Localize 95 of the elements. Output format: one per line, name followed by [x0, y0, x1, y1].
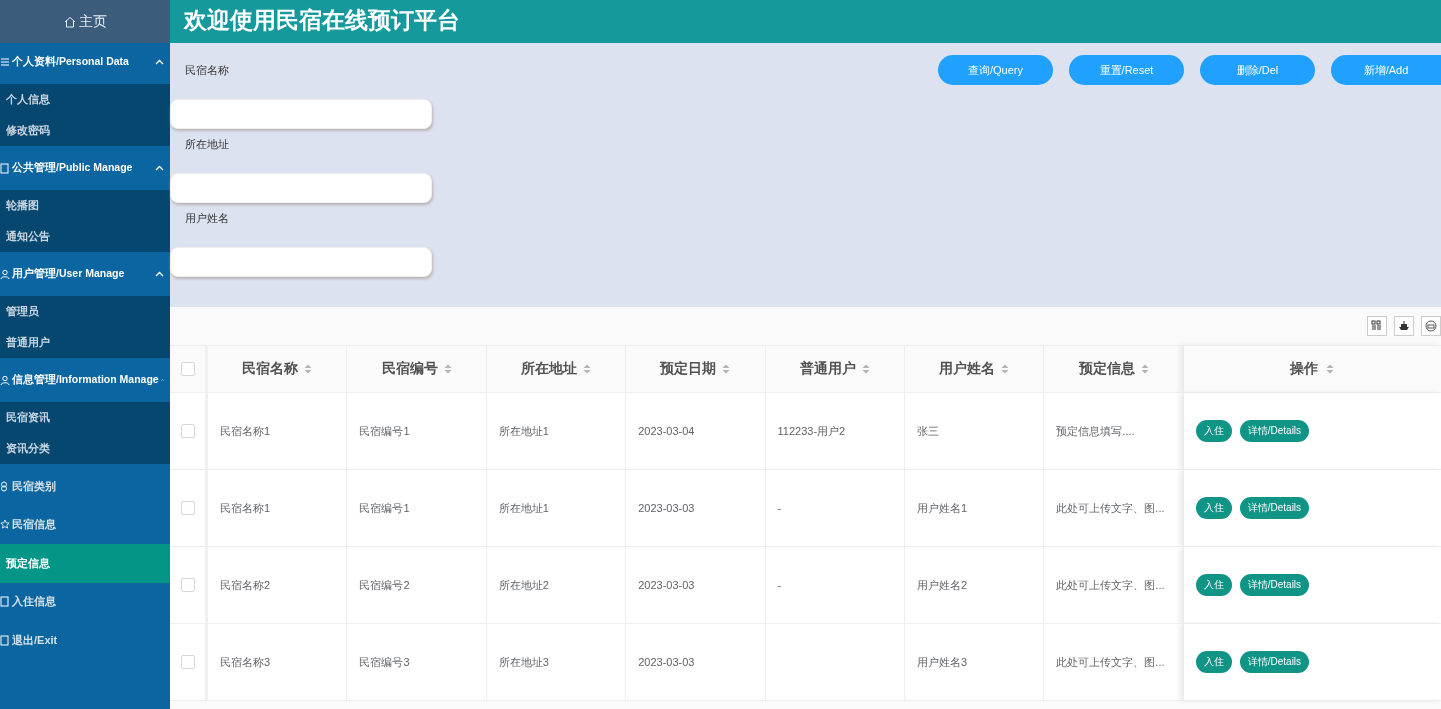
- menu-item[interactable]: 退出/Exit: [0, 621, 170, 660]
- chevron-icon: [155, 165, 164, 171]
- print-icon: [1425, 320, 1437, 332]
- table-cell: -: [777, 502, 782, 514]
- table-cell: 民宿名称2: [220, 577, 271, 593]
- columns-button[interactable]: [1367, 316, 1387, 336]
- table-cell: 所在地址1: [498, 423, 549, 439]
- ship-icon: [1398, 320, 1410, 332]
- table-cell: 民宿编号2: [359, 577, 410, 593]
- sort-icon: [443, 364, 452, 374]
- row-action-button[interactable]: 入住: [1195, 420, 1232, 442]
- input-field[interactable]: [170, 247, 432, 277]
- field-label: 民宿名称: [184, 63, 230, 78]
- chevron-icon: [155, 59, 164, 65]
- table-cell: 民宿编号1: [359, 423, 410, 439]
- table-cell: 2023-03-03: [638, 579, 695, 591]
- sort-icon: [1326, 364, 1335, 374]
- table-cell: 2023-03-03: [638, 656, 695, 668]
- table-cell: -: [777, 579, 782, 591]
- row-checkbox[interactable]: [180, 424, 195, 438]
- row-action-button[interactable]: 入住: [1195, 574, 1232, 596]
- row-action-button[interactable]: 入住: [1195, 497, 1232, 519]
- table-cell: 民宿名称1: [220, 423, 271, 439]
- sort-icon: [861, 364, 870, 374]
- user-icon: [0, 268, 10, 280]
- table-cell: 2023-03-04: [638, 425, 695, 437]
- column-header[interactable]: 预定日期: [660, 360, 717, 378]
- sort-icon: [1140, 364, 1149, 374]
- table-cell: 2023-03-03: [638, 502, 695, 514]
- table-cell: 张三: [916, 423, 939, 439]
- submenu-item[interactable]: 个人信息: [0, 84, 170, 115]
- column-header[interactable]: 用户姓名: [939, 360, 996, 378]
- submenu-item[interactable]: 普通用户: [0, 327, 170, 358]
- chevron-icon: [155, 271, 164, 277]
- table-cell: 所在地址1: [498, 500, 549, 516]
- page-title: 欢迎使用民宿在线预订平台: [182, 6, 461, 35]
- submenu-item[interactable]: 通知公告: [0, 221, 170, 252]
- table-cell: 民宿编号1: [359, 500, 410, 516]
- row-checkbox[interactable]: [180, 501, 195, 515]
- row-checkbox[interactable]: [180, 655, 195, 669]
- print-button[interactable]: [1421, 316, 1441, 336]
- submenu-item[interactable]: 民宿资讯: [0, 402, 170, 433]
- table-cell: 用户姓名1: [916, 500, 968, 516]
- table-cell: 民宿名称1: [220, 500, 271, 516]
- column-header[interactable]: 预定信息: [1078, 360, 1135, 378]
- table-cell: 用户姓名3: [916, 654, 968, 670]
- table-cell: 所在地址2: [498, 577, 549, 593]
- input-field[interactable]: [170, 173, 432, 203]
- card-icon: [0, 162, 10, 174]
- sort-icon: [1001, 364, 1010, 374]
- table-cell: 所在地址3: [498, 654, 549, 670]
- row-action-button[interactable]: 详情/Details: [1239, 420, 1310, 442]
- table-cell: 此处可上传文字、图...: [1056, 577, 1165, 593]
- submenu-item[interactable]: 管理员: [0, 296, 170, 327]
- field-label: 所在地址: [184, 137, 230, 152]
- menu-item[interactable]: 入住信息: [0, 582, 170, 621]
- table-cell: 用户姓名2: [916, 577, 968, 593]
- menu-item[interactable]: 预定信息: [0, 544, 170, 583]
- menu-item[interactable]: 民宿信息: [0, 505, 170, 544]
- user-icon: [0, 374, 10, 386]
- column-header[interactable]: 民宿名称: [242, 360, 299, 378]
- column-header[interactable]: 操作: [1290, 360, 1319, 378]
- star-icon: [0, 519, 10, 531]
- table-cell: 此处可上传文字、图...: [1056, 654, 1165, 670]
- columns-icon: [1371, 320, 1383, 332]
- sort-icon: [582, 364, 591, 374]
- menu-item[interactable]: 民宿类别: [0, 467, 170, 506]
- list-icon: [0, 56, 10, 68]
- home-icon: [63, 15, 76, 28]
- table-cell: 112233-用户2: [777, 423, 846, 439]
- row-checkbox[interactable]: [180, 578, 195, 592]
- row-action-button[interactable]: 详情/Details: [1239, 497, 1310, 519]
- column-header[interactable]: 民宿编号: [381, 360, 438, 378]
- field-label: 用户姓名: [184, 211, 230, 226]
- table-cell: 预定信息填写....: [1056, 423, 1135, 439]
- row-action-button[interactable]: 详情/Details: [1239, 574, 1310, 596]
- row-action-button[interactable]: 入住: [1195, 651, 1232, 673]
- column-header[interactable]: 普通用户: [799, 360, 856, 378]
- ship-button[interactable]: [1394, 316, 1414, 336]
- sort-icon: [722, 364, 731, 374]
- column-header[interactable]: 所在地址: [520, 360, 577, 378]
- table-cell: 此处可上传文字、图...: [1056, 500, 1165, 516]
- sort-icon: [304, 364, 313, 374]
- row-action-button[interactable]: 详情/Details: [1239, 651, 1310, 673]
- table-cell: 民宿编号3: [359, 654, 410, 670]
- select-all-checkbox[interactable]: [180, 362, 195, 376]
- home-link[interactable]: 主页: [0, 0, 170, 43]
- card-icon: [0, 596, 10, 608]
- link-icon: [0, 480, 10, 492]
- table-cell: 民宿名称3: [220, 654, 271, 670]
- submenu-item[interactable]: 轮播图: [0, 190, 170, 221]
- card-icon: [0, 634, 10, 646]
- submenu-item[interactable]: 修改密码: [0, 115, 170, 146]
- input-field[interactable]: [170, 99, 432, 129]
- submenu-item[interactable]: 资讯分类: [0, 433, 170, 464]
